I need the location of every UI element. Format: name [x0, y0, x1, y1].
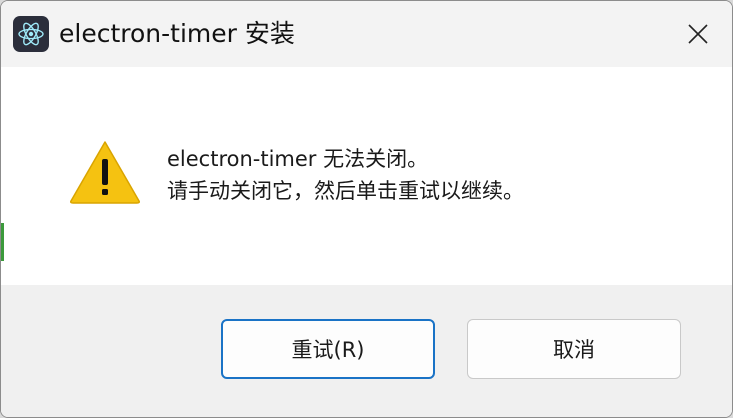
- message-line-2: 请手动关闭它，然后单击重试以继续。: [167, 179, 524, 203]
- warning-icon: [70, 141, 140, 204]
- message-area: electron-timer 无法关闭。 请手动关闭它，然后单击重试以继续。: [1, 67, 732, 285]
- title-bar: electron-timer 安装: [1, 1, 732, 67]
- cancel-button[interactable]: 取消: [467, 319, 681, 379]
- retry-button[interactable]: 重试(R): [221, 319, 435, 379]
- background-window-edge: [1, 223, 4, 261]
- close-button[interactable]: [664, 1, 732, 67]
- electron-app-icon: [13, 16, 49, 52]
- installer-dialog: electron-timer 安装 electron-timer 无法关闭。 请…: [0, 0, 733, 418]
- close-icon: [688, 24, 708, 44]
- window-title: electron-timer 安装: [59, 19, 295, 48]
- message-text: electron-timer 无法关闭。 请手动关闭它，然后单击重试以继续。: [167, 143, 524, 207]
- button-bar: 重试(R) 取消: [1, 285, 732, 417]
- message-line-1: electron-timer 无法关闭。: [167, 147, 429, 171]
